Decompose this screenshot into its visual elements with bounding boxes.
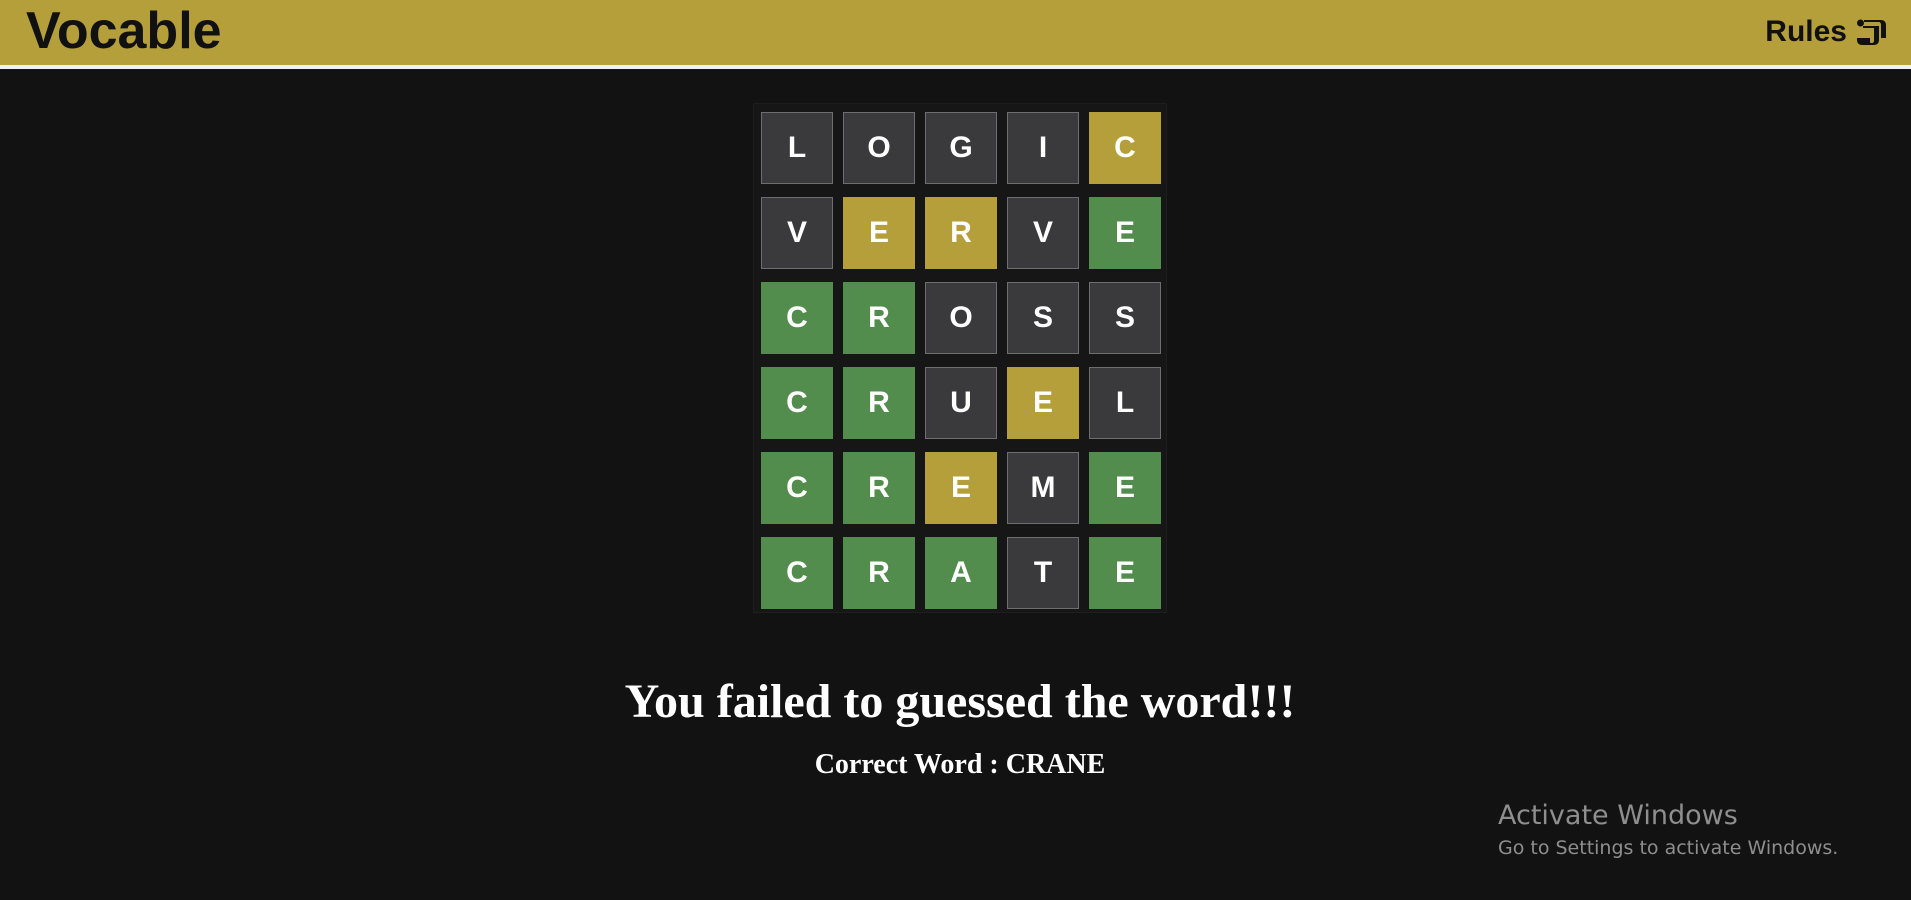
rules-button[interactable]: Rules [1765,14,1889,50]
letter-tile-absent: O [843,112,915,184]
app-header: Vocable Rules [0,0,1911,69]
letter-tile-correct: C [761,537,833,609]
letter-tile-absent: M [1007,452,1079,524]
letter-tile-present: C [1089,112,1161,184]
letter-tile-correct: E [1089,537,1161,609]
letter-tile-correct: C [761,367,833,439]
letter-tile-present: E [1007,367,1079,439]
letter-tile-correct: R [843,367,915,439]
letter-tile-correct: A [925,537,997,609]
letter-tile-absent: L [761,112,833,184]
watermark-title: Activate Windows [1498,800,1738,831]
letter-tile-correct: R [843,537,915,609]
letter-tile-correct: C [761,282,833,354]
letter-tile-present: R [925,197,997,269]
letter-tile-absent: V [1007,197,1079,269]
letter-tile-absent: V [761,197,833,269]
letter-tile-correct: R [843,282,915,354]
watermark-subtitle: Go to Settings to activate Windows. [1498,837,1839,859]
letter-tile-absent: L [1089,367,1161,439]
letter-tile-correct: C [761,452,833,524]
rules-label: Rules [1765,15,1847,48]
game-board: LOGICVERVECROSSCRUELCREMECRATE [753,103,1167,613]
letter-tile-correct: R [843,452,915,524]
scroll-icon [1857,19,1886,45]
activate-windows-watermark: Activate Windows Go to Settings to activ… [1498,798,1838,862]
letter-tile-absent: T [1007,537,1079,609]
letter-tile-absent: O [925,282,997,354]
letter-tile-correct: E [1089,197,1161,269]
letter-tile-present: E [843,197,915,269]
correct-word-text: Correct Word : CRANE [814,749,1106,780]
letter-tile-absent: S [1089,282,1161,354]
letter-tile-correct: E [1089,452,1161,524]
letter-tile-absent: S [1007,282,1079,354]
app-title: Vocable [26,2,222,60]
letter-tile-absent: I [1007,112,1079,184]
letter-tile-present: E [925,452,997,524]
letter-tile-absent: U [925,367,997,439]
letter-tile-absent: G [925,112,997,184]
result-message: You failed to guessed the word!!! [624,675,1296,728]
